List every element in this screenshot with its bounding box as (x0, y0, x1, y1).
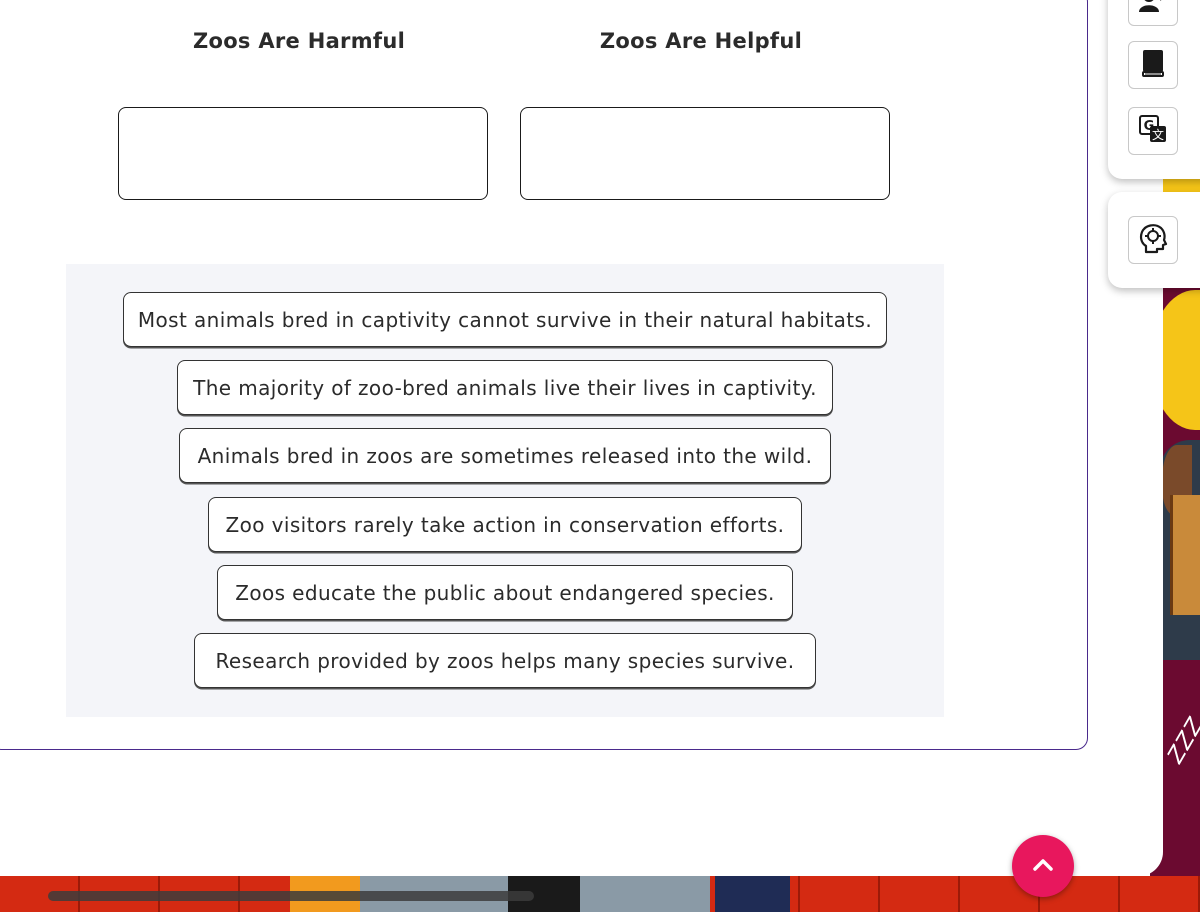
translate-icon: G 文 (1138, 114, 1168, 148)
background-shape (580, 876, 710, 912)
statement-chip[interactable]: Zoo visitors rarely take action in conse… (208, 497, 802, 552)
translate-button[interactable]: G 文 (1128, 107, 1178, 155)
read-aloud-button[interactable] (1128, 0, 1178, 26)
category-heading-helpful: Zoos Are Helpful (599, 29, 803, 53)
sorting-activity-card: Zoos Are Harmful Zoos Are Helpful Most a… (0, 0, 1088, 750)
background-crate (1170, 495, 1200, 615)
book-icon (1139, 48, 1167, 82)
drop-zone-harmful[interactable] (118, 107, 488, 200)
statement-chip[interactable]: Animals bred in zoos are sometimes relea… (179, 428, 831, 483)
statement-bank: Most animals bred in captivity cannot su… (66, 264, 944, 717)
svg-text:文: 文 (1152, 127, 1164, 142)
mind-help-button[interactable] (1128, 216, 1178, 264)
mind-help-icon (1138, 222, 1168, 258)
glossary-button[interactable] (1128, 41, 1178, 89)
statement-chip[interactable]: Zoos educate the public about endangered… (217, 565, 793, 620)
category-heading-harmful: Zoos Are Harmful (192, 29, 406, 53)
drop-zone-helpful[interactable] (520, 107, 890, 200)
statement-chip[interactable]: The majority of zoo-bred animals live th… (177, 360, 833, 415)
statement-chip[interactable]: Research provided by zoos helps many spe… (194, 633, 816, 688)
horizontal-scrollbar[interactable] (48, 891, 534, 901)
read-aloud-icon (1138, 0, 1168, 16)
chevron-up-icon (1032, 857, 1054, 876)
statement-chip[interactable]: Most animals bred in captivity cannot su… (123, 292, 887, 347)
tools-toolbar: G 文 (1108, 0, 1200, 179)
wellness-toolbar (1108, 192, 1200, 288)
scroll-to-top-button[interactable] (1012, 835, 1074, 897)
content-panel: Zoos Are Harmful Zoos Are Helpful Most a… (0, 0, 1163, 876)
background-shape (715, 876, 790, 912)
